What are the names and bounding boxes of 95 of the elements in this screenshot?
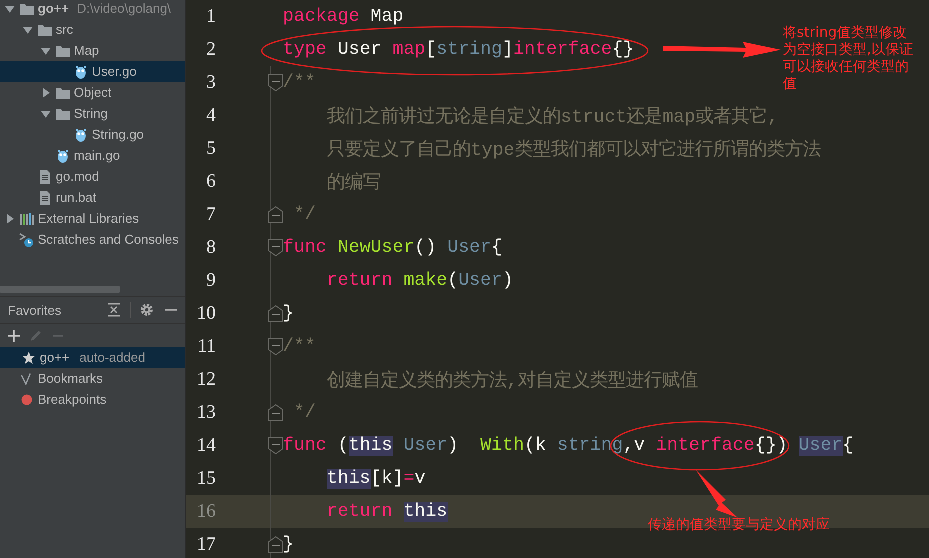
tree-item[interactable]: Object bbox=[0, 82, 185, 103]
line-number: 9 bbox=[206, 270, 216, 292]
item-label: String.go bbox=[92, 127, 144, 142]
unfold-marker-icon[interactable] bbox=[268, 404, 284, 422]
line-number: 8 bbox=[206, 236, 216, 258]
favorites-item[interactable]: Bookmarks bbox=[0, 368, 185, 389]
line-number: 13 bbox=[196, 402, 216, 424]
code-line: /** bbox=[283, 72, 316, 92]
collapse-all-icon[interactable] bbox=[106, 302, 122, 318]
code-line: 创建自定义类的类方法,对自定义类型进行赋值 bbox=[326, 369, 698, 392]
plus-icon bbox=[6, 328, 22, 344]
code-line: 的编写 bbox=[326, 172, 381, 194]
code-line: this[k]=v bbox=[326, 468, 426, 488]
code-line: } bbox=[283, 304, 294, 324]
line-number: 12 bbox=[196, 368, 216, 390]
annotation-note: 传递的值类型要与定义的对应 bbox=[648, 517, 830, 534]
item-label: src bbox=[56, 22, 74, 37]
item-note: auto-added bbox=[80, 350, 146, 365]
item-label: Map bbox=[74, 43, 100, 58]
fold-marker-icon[interactable] bbox=[268, 74, 284, 92]
line-number: 17 bbox=[196, 534, 216, 556]
line-number: 4 bbox=[206, 104, 216, 126]
line-number: 3 bbox=[206, 72, 216, 94]
item-label: Object bbox=[74, 85, 112, 100]
scratches-icon bbox=[19, 232, 35, 248]
expand-arrow-icon[interactable] bbox=[40, 86, 52, 98]
unfold-marker-icon[interactable] bbox=[268, 536, 284, 554]
code-line: return this bbox=[326, 502, 448, 522]
code-line: 我们之前讲过无论是自定义的struct还是map或者其它, bbox=[326, 105, 779, 128]
fold-marker-icon[interactable] bbox=[268, 338, 284, 356]
item-label: main.go bbox=[74, 148, 120, 163]
tree-item[interactable]: String bbox=[0, 103, 185, 124]
line-number: 14 bbox=[196, 434, 216, 456]
library-icon bbox=[19, 210, 35, 226]
tree-item[interactable]: src bbox=[0, 19, 185, 40]
breakpoint-icon bbox=[20, 392, 34, 406]
settings-icon[interactable] bbox=[139, 302, 155, 318]
item-label: Bookmarks bbox=[38, 371, 104, 386]
line-number: 6 bbox=[206, 170, 216, 192]
line-number: 16 bbox=[196, 500, 216, 522]
tree-item[interactable]: String.go bbox=[0, 124, 185, 145]
expand-arrow-icon[interactable] bbox=[4, 212, 16, 224]
code-line: } bbox=[283, 534, 294, 554]
item-label: Breakpoints bbox=[38, 392, 107, 407]
check-icon bbox=[20, 372, 34, 386]
fold-marker-icon[interactable] bbox=[268, 436, 284, 454]
fold-marker-icon[interactable] bbox=[268, 238, 284, 256]
unfold-marker-icon[interactable] bbox=[268, 206, 284, 224]
line-number: 2 bbox=[206, 38, 216, 60]
unfold-marker-icon[interactable] bbox=[268, 304, 284, 322]
code-line: */ bbox=[292, 402, 316, 422]
add-button[interactable] bbox=[6, 328, 22, 344]
line-number: 10 bbox=[196, 302, 216, 324]
item-label: run.bat bbox=[56, 190, 96, 205]
item-label: Scratches and Consoles bbox=[38, 232, 179, 247]
gopher-icon bbox=[73, 126, 89, 142]
code-line: */ bbox=[292, 204, 316, 224]
star-icon bbox=[22, 350, 36, 364]
gopher-icon bbox=[73, 64, 89, 80]
item-label: go++ bbox=[40, 350, 70, 365]
tree-item[interactable]: Scratches and Consoles bbox=[0, 229, 185, 250]
code-line: /** bbox=[283, 336, 316, 356]
code-line: func NewUser() User{ bbox=[283, 238, 502, 258]
file-icon bbox=[37, 168, 53, 184]
line-number: 15 bbox=[196, 468, 216, 490]
item-label: go.mod bbox=[56, 169, 100, 184]
code-line: package Map bbox=[283, 6, 404, 26]
tree-item[interactable]: go++ D:\video\golang\ bbox=[0, 0, 185, 19]
item-label: External Libraries bbox=[38, 211, 140, 226]
tree-item[interactable]: go.mod bbox=[0, 166, 185, 187]
tree-item[interactable]: External Libraries bbox=[0, 208, 185, 229]
favorites-item[interactable]: Breakpoints bbox=[0, 389, 185, 410]
tree-item[interactable]: main.go bbox=[0, 145, 185, 166]
favorites-item[interactable]: go++ auto-added bbox=[0, 347, 185, 368]
line-number: 7 bbox=[206, 204, 216, 226]
line-number: 1 bbox=[206, 6, 216, 28]
item-label: User.go bbox=[92, 64, 137, 79]
annotation-arrow bbox=[696, 470, 738, 518]
line-number: 5 bbox=[206, 138, 216, 160]
item-label: go++ bbox=[38, 1, 70, 16]
item-label: String bbox=[74, 106, 108, 121]
line-number: 11 bbox=[196, 336, 216, 358]
project-path: D:\video\golang\ bbox=[77, 1, 172, 16]
file-icon bbox=[37, 190, 53, 206]
annotation-note: 将string值类型修改为空接口类型,以保证可以接收任何类型的值 bbox=[783, 25, 914, 93]
tree-item[interactable]: Map bbox=[0, 40, 185, 61]
code-line: return make(User) bbox=[326, 270, 514, 290]
tree-item[interactable]: User.go bbox=[0, 61, 185, 82]
gopher-icon bbox=[55, 148, 71, 164]
pencil-icon bbox=[28, 328, 44, 344]
code-line: 只要定义了自己的type类型我们都可以对它进行所谓的类方法 bbox=[326, 138, 821, 161]
scrollbar-thumb[interactable] bbox=[0, 286, 120, 292]
tree-item[interactable]: run.bat bbox=[0, 187, 185, 208]
panel-title: Favorites bbox=[8, 302, 62, 318]
code-line: type User map[string]interface{} bbox=[283, 40, 634, 60]
